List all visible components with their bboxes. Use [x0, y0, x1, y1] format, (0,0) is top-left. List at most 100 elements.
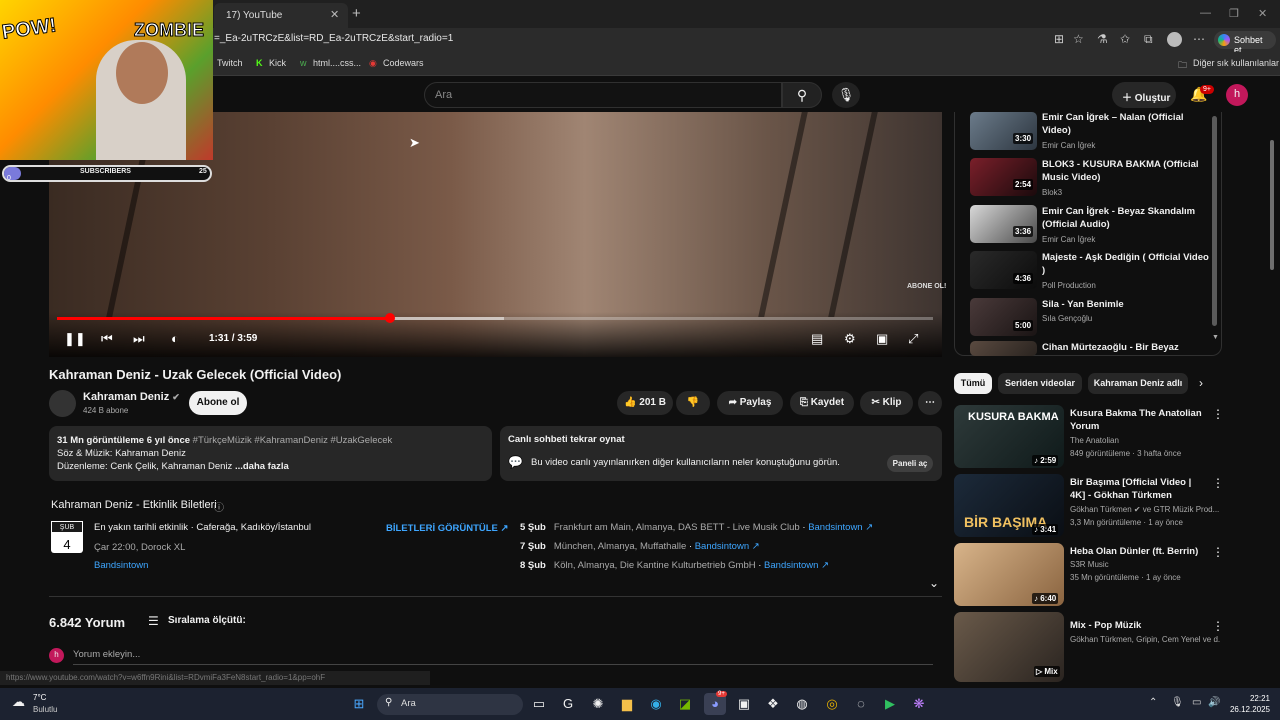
chip-series[interactable]: Seriden videolar — [998, 373, 1082, 394]
playlist-item-title[interactable]: Emir Can İğrek – Nalan (Official Video) — [1042, 111, 1212, 137]
edge-icon[interactable]: ◉ — [645, 693, 667, 715]
event-source-link[interactable]: Bandsintown ↗ — [695, 541, 760, 552]
obs-icon[interactable]: ◌ — [850, 693, 872, 715]
weather-temp[interactable]: 7°C — [33, 693, 46, 702]
playlist-thumbnail[interactable] — [970, 205, 1037, 243]
subscribe-watermark[interactable]: ABONE OL! — [907, 282, 946, 291]
comment-input[interactable]: Yorum ekleyin... — [73, 649, 140, 660]
like-button[interactable]: 👍 201 B — [617, 391, 673, 415]
weather-cloud-icon[interactable]: ☁ — [12, 694, 25, 710]
more-options-icon[interactable]: ⋮ — [1212, 619, 1224, 633]
subscribe-button[interactable]: Abone ol — [189, 391, 247, 415]
page-scrollbar[interactable] — [1270, 140, 1274, 270]
bookmark-html[interactable]: html....css... — [313, 58, 361, 68]
tray-chevron-icon[interactable]: ⌃ — [1149, 697, 1157, 708]
progress-scrubber[interactable] — [384, 313, 395, 323]
volume-tray-icon[interactable]: 🔊 — [1208, 697, 1220, 708]
clip-button[interactable]: ✂ Klip — [860, 391, 913, 415]
bandsintown-link[interactable]: Bandsintown — [94, 560, 148, 571]
more-options-icon[interactable]: ⋮ — [1212, 407, 1224, 421]
recommendation-channel[interactable]: The Anatolian — [1070, 436, 1220, 445]
more-actions-icon[interactable]: ⋯ — [918, 391, 942, 415]
extension-icon[interactable]: ⚗ — [1097, 32, 1108, 46]
favorite-star-icon[interactable]: ☆ — [1073, 32, 1084, 46]
playlist-item-title[interactable]: Sila - Yan Benimle — [1042, 298, 1212, 311]
dislike-button[interactable]: 👎 — [676, 391, 710, 415]
task-view-icon[interactable]: ▭ — [528, 693, 550, 715]
recommendation-channel[interactable]: Gökhan Türkmen, Gripin, Cem Yenel ve d..… — [1070, 635, 1220, 644]
microphone-icon[interactable]: 🎙 — [1171, 697, 1184, 708]
recommendation-title[interactable]: Mix - Pop Müzik — [1070, 619, 1205, 632]
channel-name[interactable]: Kahraman Deniz ✔ — [83, 391, 180, 403]
chip-channel[interactable]: Kahraman Deniz adlı — [1088, 373, 1188, 394]
voice-search-button[interactable]: 🎙 — [832, 82, 860, 108]
nvidia-icon[interactable]: ◪ — [674, 693, 696, 715]
info-icon[interactable]: ⓘ — [214, 499, 224, 514]
save-button[interactable]: ⎘ Kaydet — [790, 391, 854, 415]
show-more-link[interactable]: ...daha fazla — [235, 461, 289, 472]
network-icon[interactable]: ▭ — [1192, 697, 1201, 708]
bookmark-kick[interactable]: Kick — [269, 58, 286, 68]
browser-tab[interactable]: 17) YouTube — [214, 3, 348, 28]
capture-icon[interactable]: ▣ — [733, 693, 755, 715]
taskbar-search[interactable]: Ara — [377, 694, 523, 715]
maximize-icon[interactable]: ❐ — [1229, 7, 1239, 20]
sort-button[interactable]: Sıralama ölçütü: — [168, 615, 246, 626]
more-options-icon[interactable]: ⋮ — [1212, 545, 1224, 559]
playlist-item-title[interactable]: BLOK3 - KUSURA BAKMA (Official Music Vid… — [1042, 158, 1212, 184]
chatgpt-icon[interactable]: ✺ — [587, 693, 609, 715]
other-bookmarks[interactable]: Diğer sık kullanılanlar — [1193, 58, 1279, 68]
playlist-item-title[interactable]: Cihan Mürtezaoğlu - Bir Beyaz — [1042, 341, 1212, 356]
steam-icon[interactable]: ◍ — [791, 693, 813, 715]
settings-gear-icon[interactable]: ⚙ — [844, 331, 856, 347]
recommendation-channel[interactable]: S3R Music — [1070, 560, 1220, 569]
hashtags[interactable]: #TürkçeMüzik #KahramanDeniz #UzakGelecek — [193, 435, 393, 446]
recommendation-title[interactable]: Heba Olan Dünler (ft. Berrin) — [1070, 545, 1205, 558]
more-options-icon[interactable]: ⋮ — [1212, 476, 1224, 490]
create-button[interactable]: ＋ Oluştur — [1112, 82, 1176, 108]
address-bar[interactable]: =_Ea-2uTRCzE&list=RD_Ea-2uTRCzE&start_ra… — [214, 33, 453, 44]
event-source-link[interactable]: Bandsintown ↗ — [808, 522, 873, 533]
chip-all[interactable]: Tümü — [954, 373, 992, 394]
channel-avatar[interactable] — [49, 390, 76, 417]
recommendation-title[interactable]: Kusura Bakma The Anatolian Yorum — [1070, 407, 1205, 433]
sort-icon[interactable]: ☰ — [148, 614, 159, 628]
playlist-scroll-thumb[interactable] — [1212, 116, 1217, 326]
fullscreen-icon[interactable]: ⤢ — [908, 331, 918, 347]
close-window-icon[interactable]: ✕ — [1258, 7, 1267, 20]
playlist-scrollbar[interactable]: ▼ — [1212, 116, 1219, 346]
app-icon[interactable]: G — [557, 693, 579, 715]
chrome-icon[interactable]: ◎ — [821, 693, 843, 715]
description-box[interactable]: 31 Mn görüntüleme 6 yıl önce #TürkçeMüzi… — [49, 426, 492, 481]
chevron-right-icon[interactable]: › — [1199, 376, 1203, 390]
playlist-thumbnail[interactable] — [970, 112, 1037, 150]
bookmark-twitch[interactable]: Twitch — [217, 58, 243, 68]
favorites-icon[interactable]: ✩ — [1120, 32, 1130, 46]
view-tickets-button[interactable]: BİLETLERİ GÖRÜNTÜLE ↗ — [386, 523, 508, 534]
app-available-icon[interactable]: ⊞ — [1054, 32, 1064, 46]
windows-start-icon[interactable]: ⊞ — [348, 693, 370, 715]
app-icon[interactable]: ❖ — [762, 693, 784, 715]
playlist-item-title[interactable]: Majeste - Aşk Dediğin ( Official Video ) — [1042, 251, 1212, 277]
scroll-down-icon[interactable]: ▼ — [1212, 334, 1219, 341]
next-icon[interactable]: ⏭ — [133, 331, 145, 347]
previous-icon[interactable]: ⏮ — [101, 331, 113, 347]
pause-icon[interactable]: ❚❚ — [64, 331, 86, 347]
new-tab-icon[interactable]: + — [352, 5, 361, 22]
file-explorer-icon[interactable]: ▆ — [616, 693, 638, 715]
more-menu-icon[interactable]: ⋯ — [1193, 32, 1205, 46]
search-input[interactable]: Ara — [424, 82, 782, 108]
copilot-taskbar-icon[interactable]: ❋ — [908, 693, 930, 715]
playlist-thumbnail[interactable] — [970, 158, 1037, 196]
chevron-down-icon[interactable]: ⌄ — [929, 576, 939, 590]
volume-icon[interactable]: ◐ — [171, 331, 179, 346]
miniplayer-icon[interactable]: ▣ — [876, 331, 888, 347]
recommendation-title[interactable]: Bir Başıma [Official Video | 4K] - Gökha… — [1070, 476, 1205, 502]
open-panel-button[interactable]: Paneli aç — [887, 455, 933, 472]
minimize-icon[interactable]: — — [1200, 7, 1211, 19]
subtitles-icon[interactable]: ▤ — [811, 331, 823, 347]
bookmark-codewars[interactable]: Codewars — [383, 58, 424, 68]
search-button[interactable]: ⚲ — [782, 82, 822, 108]
event-source-link[interactable]: Bandsintown ↗ — [764, 560, 829, 571]
app-icon[interactable]: ▶ — [879, 693, 901, 715]
